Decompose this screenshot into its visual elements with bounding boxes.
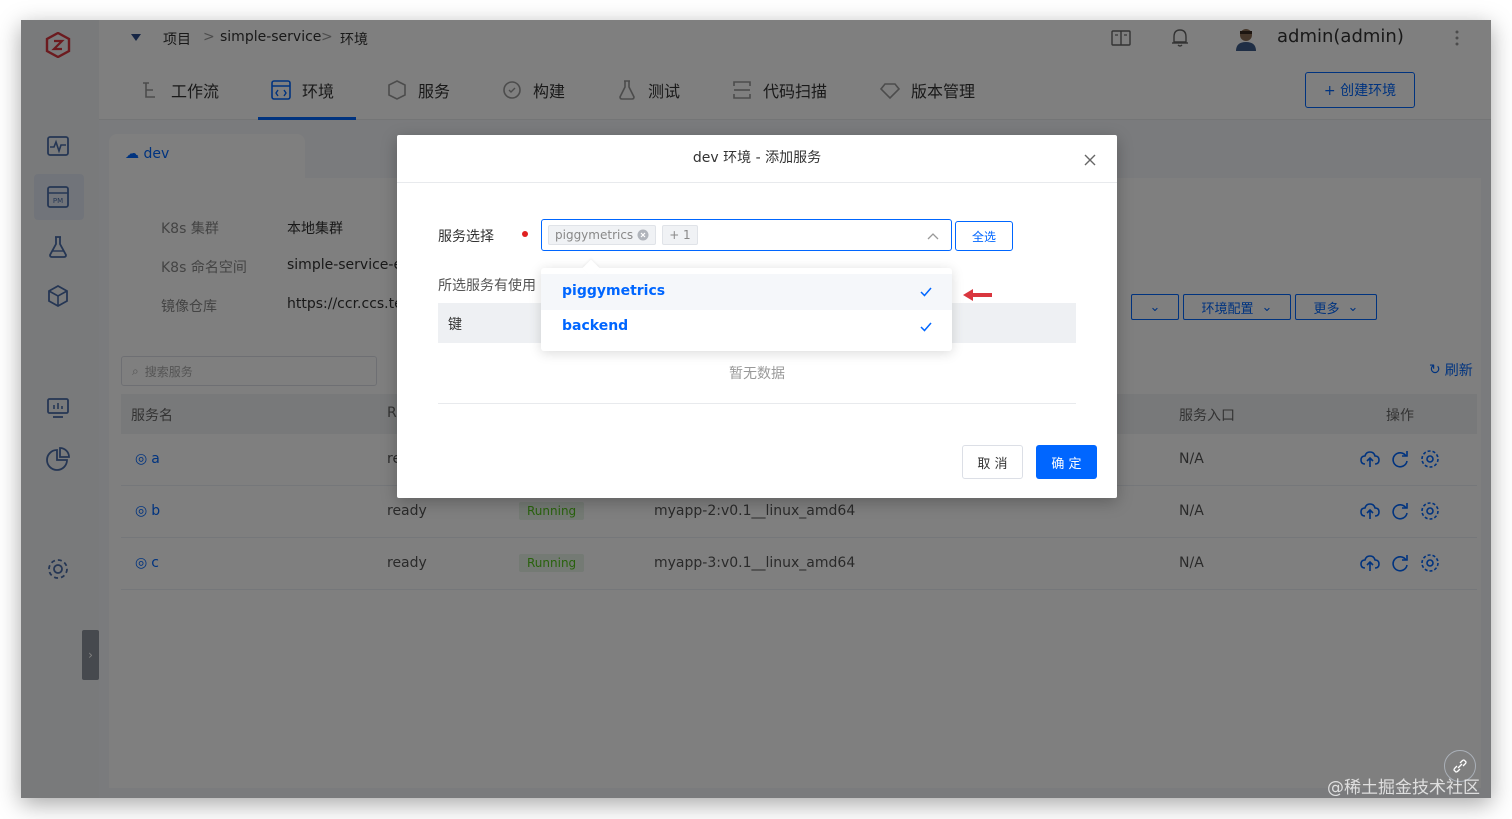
more-selected-chip: + 1 xyxy=(662,225,698,245)
service-select-label: 服务选择 xyxy=(438,229,494,245)
select-all-button[interactable]: 全选 xyxy=(955,221,1013,251)
cancel-button[interactable]: 取 消 xyxy=(962,445,1023,479)
selected-services-hint: 所选服务有使用 xyxy=(438,278,536,294)
dialog-title: dev 环境 - 添加服务 xyxy=(397,135,1117,183)
close-icon[interactable] xyxy=(1083,153,1097,167)
red-arrow-annotation-icon xyxy=(963,289,992,301)
chip-label: piggymetrics xyxy=(555,228,634,242)
chevron-up-icon[interactable] xyxy=(927,231,939,241)
empty-state: 暂无数据 xyxy=(729,366,785,382)
divider xyxy=(438,403,1076,404)
check-icon xyxy=(920,287,932,297)
selected-service-chip: piggymetrics xyxy=(548,225,657,245)
key-column-header: 键 xyxy=(448,317,462,333)
option-label: backend xyxy=(562,318,629,334)
required-indicator xyxy=(522,231,528,237)
service-dropdown: piggymetrics backend xyxy=(541,259,952,351)
confirm-button[interactable]: 确 定 xyxy=(1036,445,1097,479)
link-icon xyxy=(1453,759,1467,773)
chip-remove-icon[interactable] xyxy=(637,229,649,241)
watermark: @稀土掘金技术社区 xyxy=(1327,778,1480,798)
dropdown-option-backend[interactable]: backend xyxy=(541,309,952,345)
service-multiselect[interactable]: piggymetrics + 1 xyxy=(541,219,952,251)
check-icon xyxy=(920,322,932,332)
option-label: piggymetrics xyxy=(562,283,666,299)
dropdown-option-piggymetrics[interactable]: piggymetrics xyxy=(541,274,952,310)
app-window: PM › 项目 > simple xyxy=(21,20,1491,798)
